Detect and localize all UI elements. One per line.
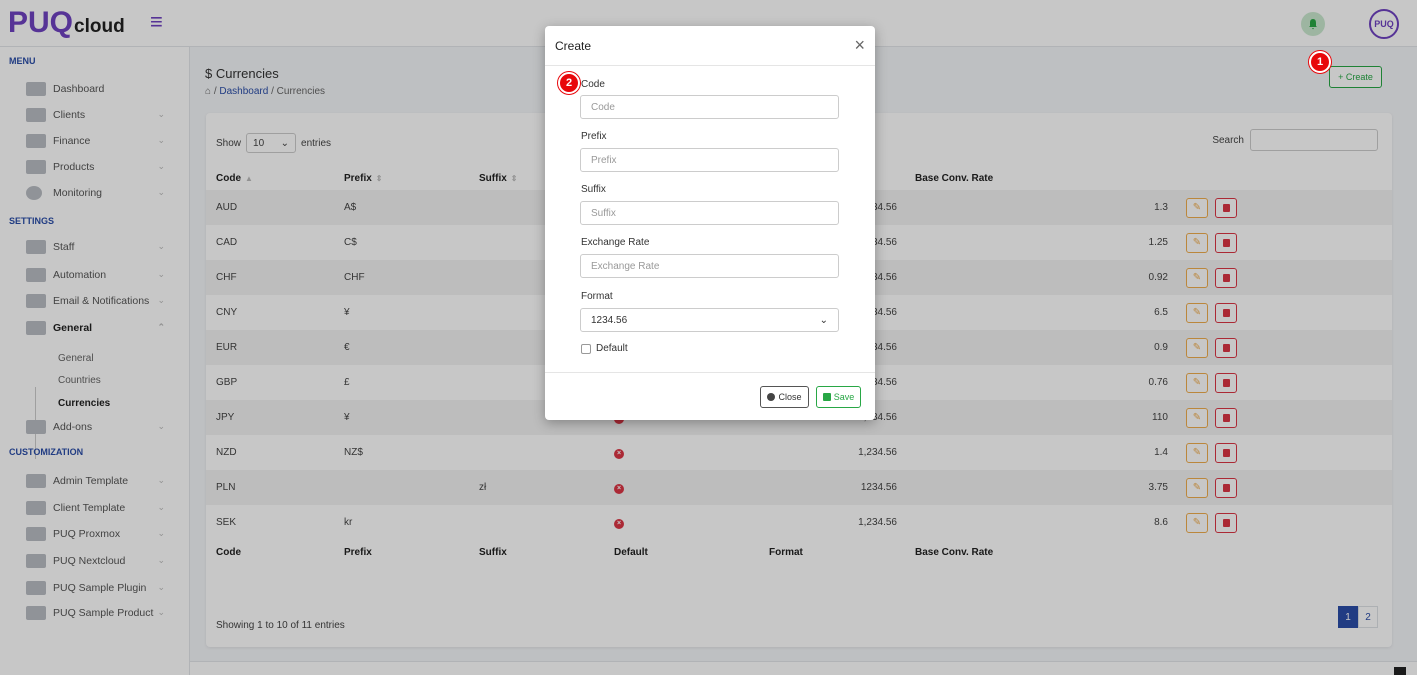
default-checkbox[interactable]: [581, 343, 591, 354]
format-value: 1234.56: [591, 314, 628, 326]
default-checkbox-row: Default: [581, 343, 628, 354]
suffix-field[interactable]: Suffix: [580, 201, 839, 225]
close-circle-icon: [767, 393, 776, 401]
prefix-field[interactable]: Prefix: [580, 148, 839, 172]
step-marker-2: 2: [558, 72, 580, 94]
exchange-rate-field[interactable]: Exchange Rate: [580, 254, 839, 278]
close-icon[interactable]: ×: [854, 35, 865, 56]
prefix-label: Prefix: [581, 131, 607, 142]
chevron-down-icon: ⌄: [819, 314, 828, 326]
default-label: Default: [596, 343, 628, 354]
save-button-label: Save: [833, 392, 855, 402]
close-button[interactable]: Close: [760, 386, 809, 408]
close-button-label: Close: [778, 392, 802, 402]
create-modal: Create × Code Code Prefix Prefix Suffix …: [545, 26, 875, 420]
code-field[interactable]: Code: [580, 95, 839, 119]
save-icon: [822, 393, 831, 401]
modal-footer: Close Save: [545, 372, 875, 420]
format-label: Format: [581, 291, 613, 302]
format-select[interactable]: 1234.56 ⌄: [580, 308, 839, 332]
code-label: Code: [581, 79, 605, 90]
save-button[interactable]: Save: [816, 386, 861, 408]
exchange-rate-label: Exchange Rate: [581, 237, 650, 248]
suffix-label: Suffix: [581, 184, 606, 195]
modal-title: Create: [555, 38, 592, 53]
modal-header: Create ×: [545, 26, 875, 66]
step-marker-1: 1: [1309, 51, 1331, 73]
